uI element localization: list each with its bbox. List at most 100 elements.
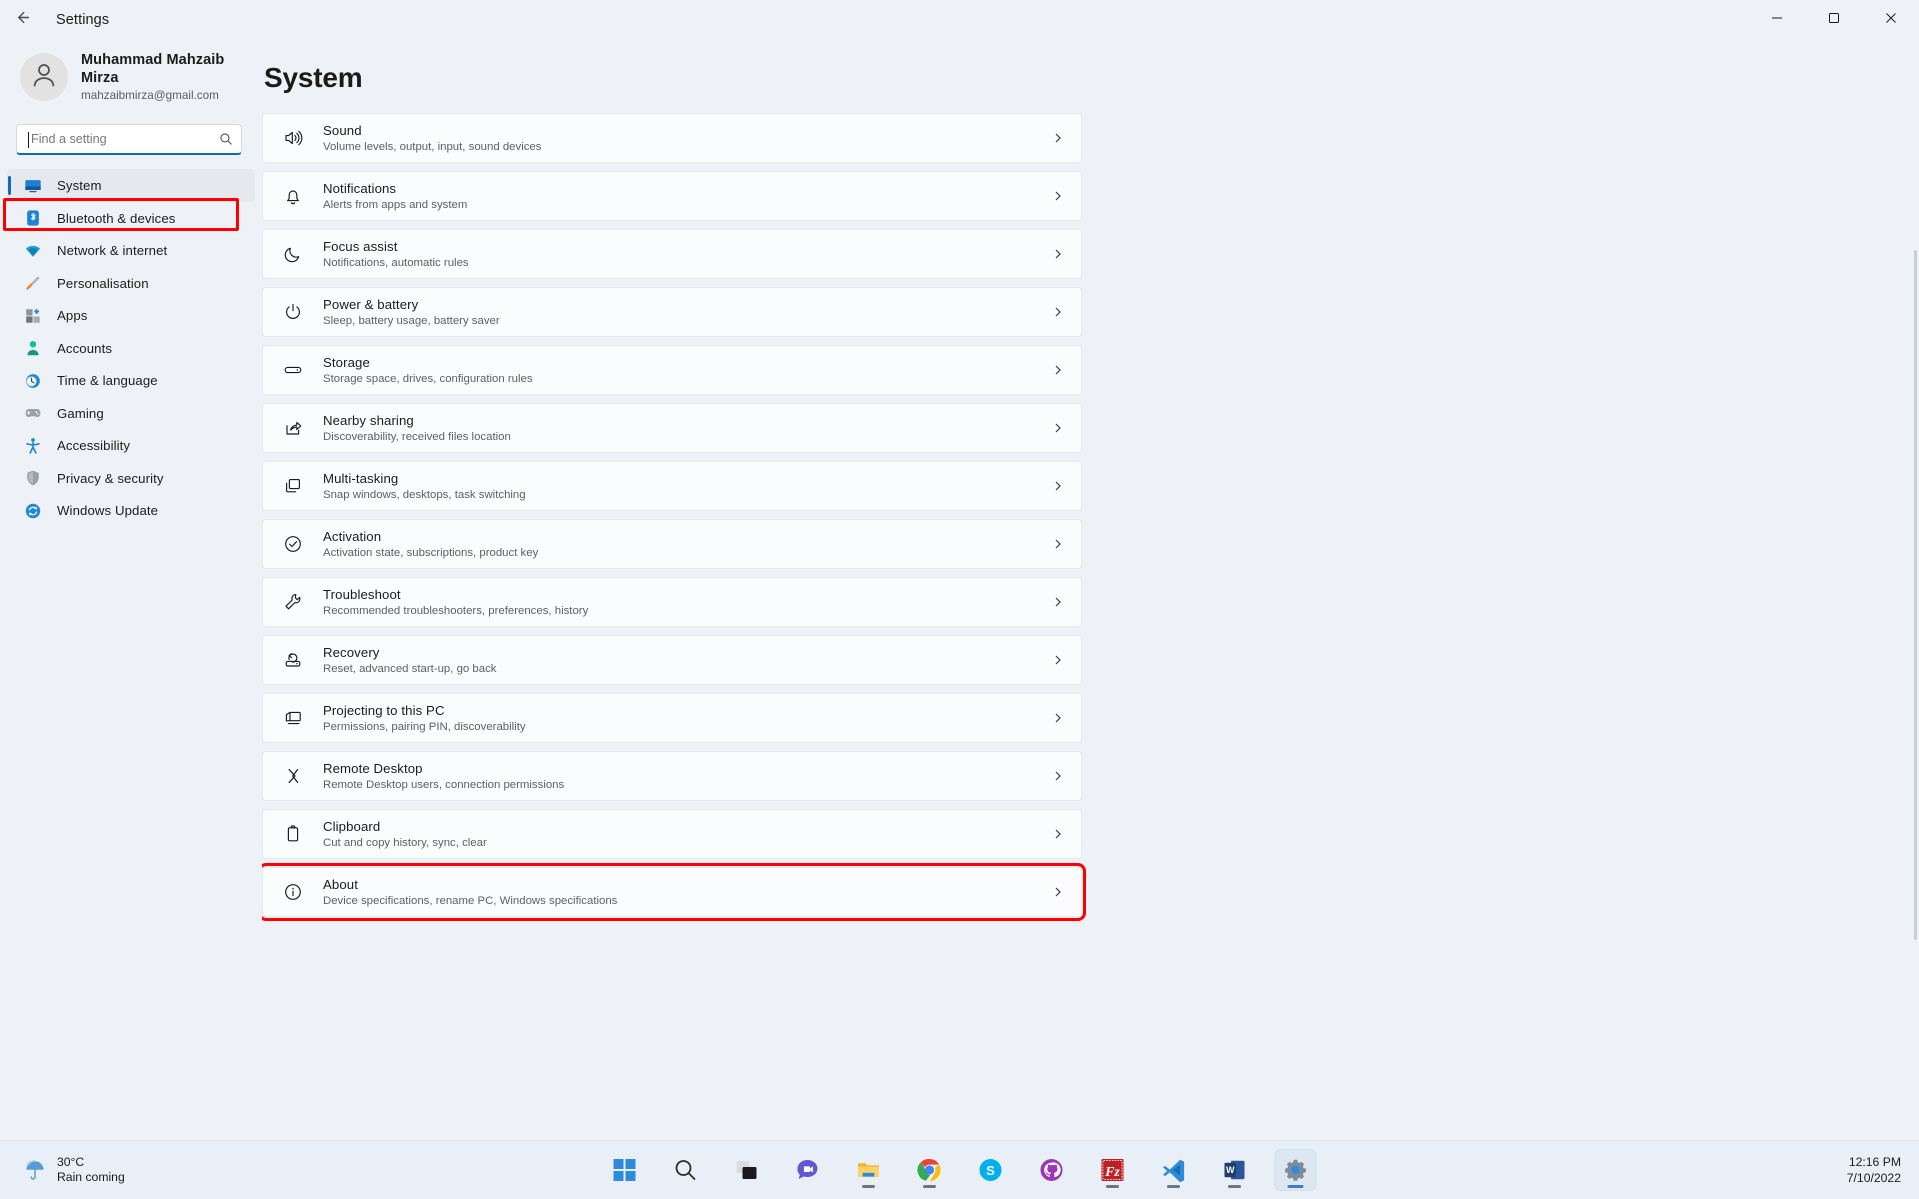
- running-indicator: [1166, 1185, 1180, 1188]
- remote-desktop-icon: [279, 762, 307, 790]
- row-title: Recovery: [323, 644, 380, 660]
- bluetooth-icon: [22, 208, 43, 229]
- row-subtitle: Remote Desktop users, connection permiss…: [323, 778, 565, 791]
- github-icon: [1038, 1157, 1064, 1183]
- taskbar-apps: S Fz W: [604, 1150, 1315, 1190]
- microsoft-word[interactable]: W: [1214, 1150, 1254, 1190]
- sidebar-item-label: System: [57, 178, 102, 193]
- row-subtitle: Device specifications, rename PC, Window…: [323, 894, 618, 907]
- row-subtitle: Sleep, battery usage, battery saver: [323, 314, 500, 327]
- settings-row-projecting-to-this-pc[interactable]: Projecting to this PC Permissions, pairi…: [262, 693, 1082, 743]
- row-title: Nearby sharing: [323, 412, 414, 428]
- filezilla-icon: Fz: [1099, 1157, 1125, 1183]
- sidebar-item-accounts[interactable]: Accounts: [7, 332, 255, 365]
- chat-button[interactable]: [787, 1150, 827, 1190]
- chrome-icon: [916, 1157, 942, 1183]
- weather-widget[interactable]: 30°C Rain coming: [22, 1155, 212, 1185]
- sidebar-item-label: Windows Update: [57, 503, 159, 518]
- chevron-right-icon: [1041, 364, 1075, 376]
- maximize-button[interactable]: [1805, 0, 1862, 40]
- running-indicator: [1105, 1185, 1119, 1188]
- settings-row-about[interactable]: About Device specifications, rename PC, …: [262, 863, 1086, 921]
- chevron-right-icon: [1041, 712, 1075, 724]
- sidebar-item-label: Time & language: [57, 373, 158, 388]
- chevron-right-icon: [1041, 132, 1075, 144]
- settings-row-recovery[interactable]: Recovery Reset, advanced start-up, go ba…: [262, 635, 1082, 685]
- github-desktop[interactable]: [1031, 1150, 1071, 1190]
- row-title: Storage: [323, 354, 370, 370]
- file-explorer[interactable]: [848, 1150, 888, 1190]
- caption-buttons: [1748, 0, 1919, 40]
- taskbar: 30°C Rain coming S Fz W 12:16 PM 7/10/20…: [0, 1140, 1919, 1199]
- accessibility-icon: [22, 435, 43, 456]
- sidebar-nav: System Bluetooth & devices Network & int…: [0, 169, 262, 527]
- settings-row-nearby-sharing[interactable]: Nearby sharing Discoverability, received…: [262, 403, 1082, 453]
- settings-row-focus-assist[interactable]: Focus assist Notifications, automatic ru…: [262, 229, 1082, 279]
- settings-row-power-battery[interactable]: Power & battery Sleep, battery usage, ba…: [262, 287, 1082, 337]
- clipboard-icon: [279, 820, 307, 848]
- sidebar-item-time-language[interactable]: Time & language: [7, 364, 255, 397]
- settings-row-remote-desktop[interactable]: Remote Desktop Remote Desktop users, con…: [262, 751, 1082, 801]
- filezilla[interactable]: Fz: [1092, 1150, 1132, 1190]
- settings-row-activation[interactable]: Activation Activation state, subscriptio…: [262, 519, 1082, 569]
- drive-icon: [279, 356, 307, 384]
- sidebar-item-windows-update[interactable]: Windows Update: [7, 494, 255, 527]
- update-refresh-icon: [22, 500, 43, 521]
- search-box[interactable]: [16, 124, 242, 155]
- start-button[interactable]: [604, 1150, 644, 1190]
- row-title: Multi-tasking: [323, 470, 399, 486]
- sidebar-item-gaming[interactable]: Gaming: [7, 397, 255, 430]
- settings-row-notifications[interactable]: Notifications Alerts from apps and syste…: [262, 171, 1082, 221]
- sidebar-item-apps[interactable]: Apps: [7, 299, 255, 332]
- settings-row-troubleshoot[interactable]: Troubleshoot Recommended troubleshooters…: [262, 577, 1082, 627]
- speaker-icon: [279, 124, 307, 152]
- content-scrollbar[interactable]: [1914, 250, 1917, 940]
- title-bar: Settings: [0, 0, 1919, 40]
- sidebar-item-bluetooth-devices[interactable]: Bluetooth & devices: [7, 202, 255, 235]
- row-subtitle: Discoverability, received files location: [323, 430, 511, 443]
- visual-studio-code[interactable]: [1153, 1150, 1193, 1190]
- sidebar-item-network-internet[interactable]: Network & internet: [7, 234, 255, 267]
- power-icon: [279, 298, 307, 326]
- settings-row-clipboard[interactable]: Clipboard Cut and copy history, sync, cl…: [262, 809, 1082, 859]
- sidebar-item-privacy-security[interactable]: Privacy & security: [7, 462, 255, 495]
- row-subtitle: Recommended troubleshooters, preferences…: [323, 604, 589, 617]
- row-title: Activation: [323, 528, 382, 544]
- user-profile[interactable]: Muhammad Mahzaib Mirza mahzaibmirza@gmai…: [0, 46, 262, 108]
- sidebar-item-accessibility[interactable]: Accessibility: [7, 429, 255, 462]
- chat-icon: [794, 1157, 820, 1183]
- wrench-icon: [279, 588, 307, 616]
- close-button[interactable]: [1862, 0, 1919, 40]
- wifi-icon: [22, 240, 43, 261]
- settings-row-storage[interactable]: Storage Storage space, drives, configura…: [262, 345, 1082, 395]
- google-chrome[interactable]: [909, 1150, 949, 1190]
- skype[interactable]: S: [970, 1150, 1010, 1190]
- clock-widget[interactable]: 12:16 PM 7/10/2022: [1847, 1154, 1901, 1186]
- row-title: Remote Desktop: [323, 760, 423, 776]
- sidebar-item-system[interactable]: System: [7, 169, 255, 202]
- settings-taskbar-button[interactable]: [1275, 1150, 1315, 1190]
- sidebar-item-label: Bluetooth & devices: [57, 210, 176, 226]
- row-title: Projecting to this PC: [323, 702, 445, 718]
- sidebar-item-label: Personalisation: [57, 275, 149, 291]
- project-screen-icon: [279, 704, 307, 732]
- bell-icon: [279, 182, 307, 210]
- task-view-button[interactable]: [726, 1150, 766, 1190]
- row-subtitle: Permissions, pairing PIN, discoverabilit…: [323, 720, 526, 733]
- row-subtitle: Cut and copy history, sync, clear: [323, 836, 487, 849]
- chevron-right-icon: [1041, 654, 1075, 666]
- clock-date: 7/10/2022: [1846, 1171, 1901, 1185]
- sidebar-item-label: Apps: [57, 308, 88, 323]
- settings-row-multi-tasking[interactable]: Multi-tasking Snap windows, desktops, ta…: [262, 461, 1082, 511]
- settings-row-sound[interactable]: Sound Volume levels, output, input, soun…: [262, 113, 1082, 163]
- back-button[interactable]: [0, 0, 44, 40]
- gamepad-icon: [22, 403, 43, 424]
- search-input[interactable]: [28, 132, 219, 146]
- search-button[interactable]: [665, 1150, 705, 1190]
- sidebar-item-personalisation[interactable]: Personalisation: [7, 267, 255, 300]
- minimize-button[interactable]: [1748, 0, 1805, 40]
- running-indicator: [861, 1185, 875, 1188]
- running-indicator: [1227, 1185, 1241, 1188]
- folder-icon: [855, 1157, 881, 1183]
- sidebar-item-label: Privacy & security: [57, 470, 164, 486]
